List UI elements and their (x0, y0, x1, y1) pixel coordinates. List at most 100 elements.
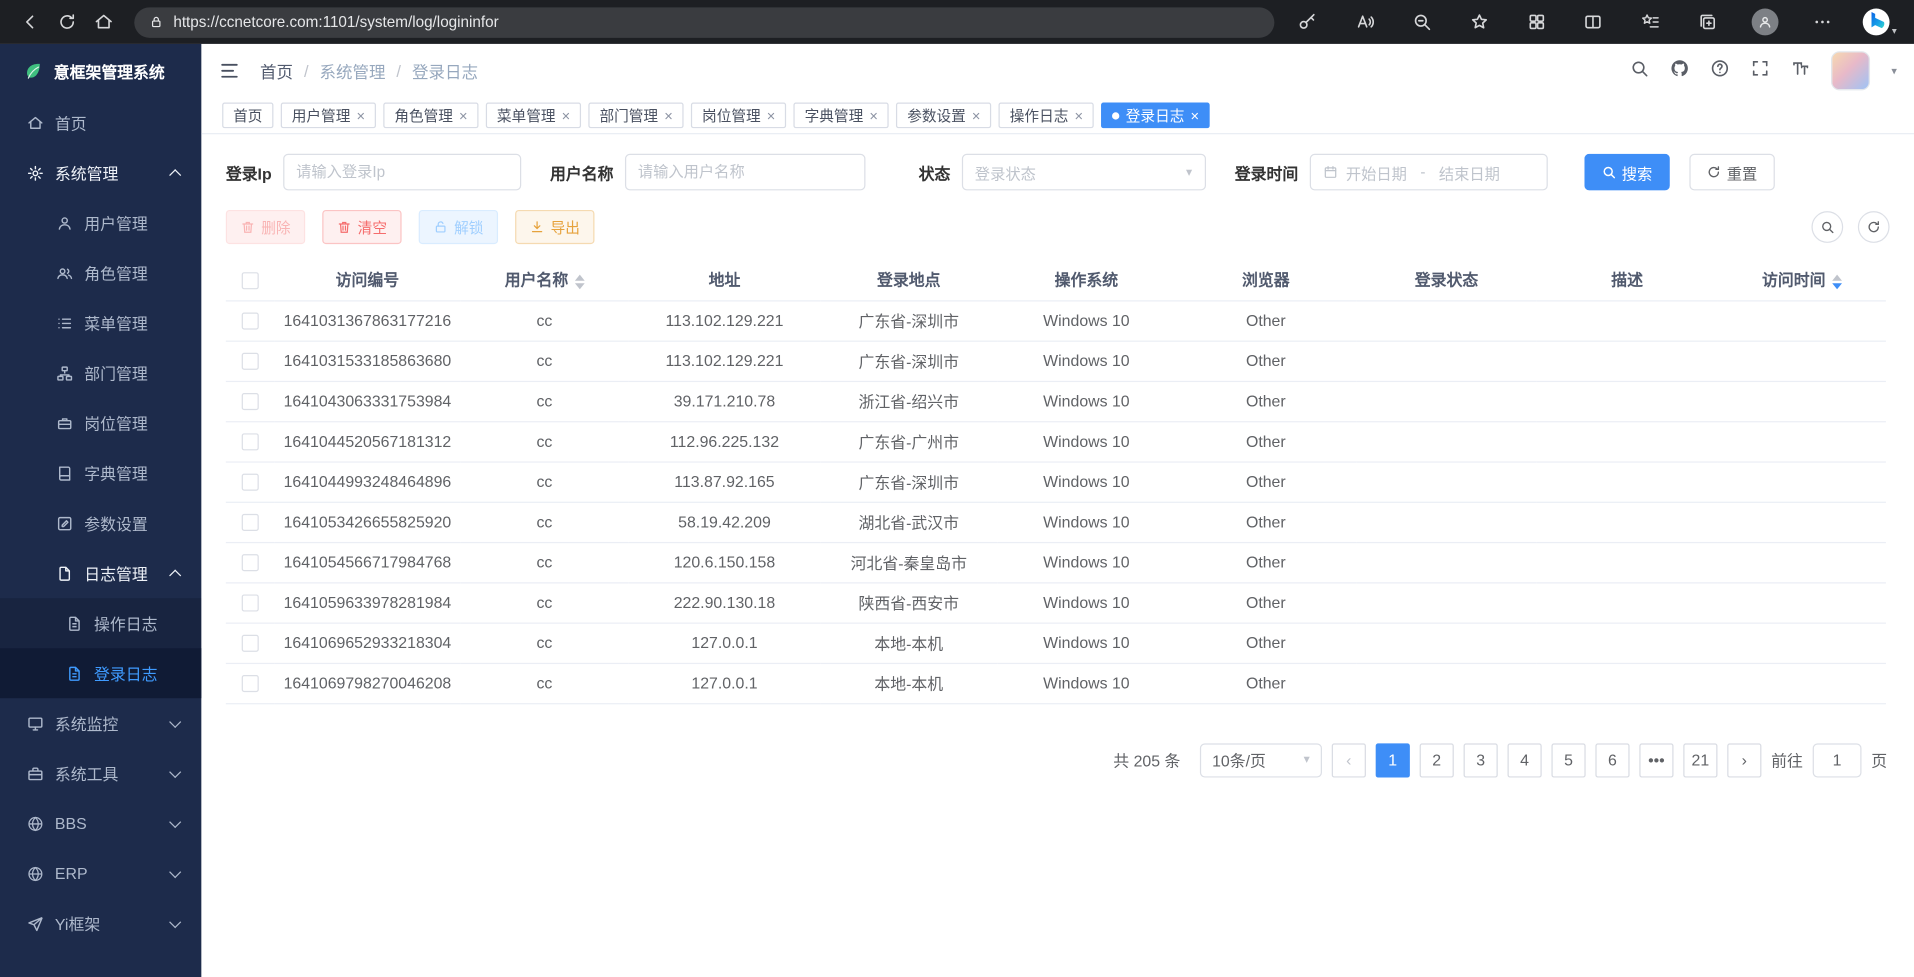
sidebar-item-dict-mgmt[interactable]: 字典管理 (0, 448, 201, 498)
row-checkbox[interactable] (242, 353, 259, 370)
home-icon[interactable] (85, 5, 122, 39)
page-button-3[interactable]: 3 (1464, 743, 1498, 777)
sidebar-item-post-mgmt[interactable]: 岗位管理 (0, 398, 201, 448)
page-button-21[interactable]: 21 (1683, 743, 1717, 777)
tab-dept-mgmt[interactable]: 部门管理× (588, 103, 683, 129)
sidebar-item-log-mgmt[interactable]: 日志管理 (0, 548, 201, 598)
reset-button[interactable]: 重置 (1689, 154, 1774, 191)
row-checkbox[interactable] (242, 313, 259, 330)
unlock-button[interactable]: 解锁 (419, 210, 498, 244)
row-checkbox[interactable] (242, 555, 259, 572)
date-range-picker[interactable]: 开始日期 - 结束日期 (1309, 154, 1547, 191)
row-checkbox[interactable] (242, 514, 259, 531)
page-button-4[interactable]: 4 (1507, 743, 1541, 777)
sidebar-item-home[interactable]: 首页 (0, 98, 201, 148)
goto-page-input[interactable] (1813, 743, 1862, 777)
sidebar-item-login-log[interactable]: 登录日志 (0, 648, 201, 698)
sidebar-item-menu-mgmt[interactable]: 菜单管理 (0, 298, 201, 348)
page-button-5[interactable]: 5 (1551, 743, 1585, 777)
close-icon[interactable]: × (562, 108, 571, 123)
copilot-icon[interactable]: ▾ (1861, 7, 1896, 36)
page-button-2[interactable]: 2 (1420, 743, 1454, 777)
close-icon[interactable]: × (767, 108, 776, 123)
user-avatar[interactable] (1832, 51, 1871, 90)
page-button-1[interactable]: 1 (1376, 743, 1410, 777)
sort-icon[interactable] (1832, 274, 1842, 289)
row-checkbox[interactable] (242, 434, 259, 451)
sidebar-item-dept-mgmt[interactable]: 部门管理 (0, 348, 201, 398)
row-checkbox[interactable] (242, 393, 259, 410)
sidebar-item-role-mgmt[interactable]: 角色管理 (0, 248, 201, 298)
favorites-bar-icon[interactable] (1632, 5, 1669, 39)
col-access-time[interactable]: 访问时间 (1717, 259, 1885, 301)
close-icon[interactable]: × (972, 108, 981, 123)
back-icon[interactable] (12, 5, 49, 39)
delete-button[interactable]: 删除 (226, 210, 305, 244)
sidebar-item-system-monitor[interactable]: 系统监控 (0, 698, 201, 748)
tab-home[interactable]: 首页 (222, 103, 273, 129)
tab-login-log[interactable]: 登录日志× (1101, 103, 1210, 129)
sidebar-item-bbs[interactable]: BBS (0, 798, 201, 848)
close-icon[interactable]: × (1074, 108, 1083, 123)
refresh-icon[interactable] (49, 5, 86, 39)
col-user-name[interactable]: 用户名称 (460, 259, 628, 301)
sidebar-item-param-settings[interactable]: 参数设置 (0, 498, 201, 548)
favorites-add-icon[interactable] (1461, 5, 1498, 39)
more-menu-icon[interactable] (1804, 5, 1841, 39)
font-size-icon[interactable] (1791, 58, 1811, 84)
page-size-select[interactable]: 10条/页 ▾ (1200, 743, 1322, 777)
address-bar[interactable]: https://ccnetcore.com:1101/system/log/lo… (134, 7, 1274, 38)
sidebar-item-yi-framework[interactable]: Yi框架 (0, 898, 201, 948)
github-icon[interactable] (1670, 58, 1690, 84)
key-icon[interactable] (1289, 5, 1326, 39)
clear-button[interactable]: 清空 (322, 210, 401, 244)
row-checkbox[interactable] (242, 595, 259, 612)
close-icon[interactable]: × (1190, 108, 1199, 123)
sort-icon[interactable] (574, 274, 584, 289)
prev-page-button[interactable]: ‹ (1332, 743, 1366, 777)
tab-dict-mgmt[interactable]: 字典管理× (794, 103, 889, 129)
tab-param-settings[interactable]: 参数设置× (896, 103, 991, 129)
toggle-search-button[interactable] (1811, 211, 1843, 243)
fullscreen-icon[interactable] (1751, 58, 1771, 84)
tab-user-mgmt[interactable]: 用户管理× (281, 103, 376, 129)
row-checkbox[interactable] (242, 635, 259, 652)
menu-fold-icon[interactable] (218, 60, 240, 82)
close-icon[interactable]: × (869, 108, 878, 123)
help-icon[interactable] (1711, 58, 1731, 84)
row-checkbox[interactable] (242, 474, 259, 491)
page-button-6[interactable]: 6 (1595, 743, 1629, 777)
select-all-checkbox[interactable] (242, 272, 259, 289)
refresh-table-button[interactable] (1858, 211, 1890, 243)
sidebar-item-erp[interactable]: ERP (0, 848, 201, 898)
sidebar-item-system-mgmt[interactable]: 系统管理 (0, 148, 201, 198)
sidebar-item-operation-log[interactable]: 操作日志 (0, 598, 201, 648)
row-checkbox[interactable] (242, 675, 259, 692)
login-ip-input[interactable] (283, 154, 521, 191)
status-select[interactable]: 登录状态 ▾ (961, 154, 1205, 191)
sidebar-item-system-tools[interactable]: 系统工具 (0, 748, 201, 798)
tab-role-mgmt[interactable]: 角色管理× (383, 103, 478, 129)
sidebar-item-user-mgmt[interactable]: 用户管理 (0, 198, 201, 248)
tab-menu-mgmt[interactable]: 菜单管理× (486, 103, 581, 129)
tab-post-mgmt[interactable]: 岗位管理× (691, 103, 786, 129)
read-aloud-icon[interactable] (1346, 5, 1383, 39)
close-icon[interactable]: × (664, 108, 673, 123)
search-button[interactable]: 搜索 (1584, 154, 1669, 191)
breadcrumb-system-mgmt[interactable]: 系统管理 (320, 59, 386, 83)
unlock-icon (433, 220, 448, 235)
close-icon[interactable]: × (459, 108, 468, 123)
user-name-input[interactable] (624, 154, 864, 191)
next-page-button[interactable]: › (1727, 743, 1761, 777)
extensions-icon[interactable] (1518, 5, 1555, 39)
search-icon[interactable] (1630, 58, 1650, 84)
export-button[interactable]: 导出 (515, 210, 594, 244)
tab-operation-log[interactable]: 操作日志× (999, 103, 1094, 129)
pager-more-button[interactable]: ••• (1639, 743, 1673, 777)
split-screen-icon[interactable] (1575, 5, 1612, 39)
close-icon[interactable]: × (356, 108, 365, 123)
collections-icon[interactable] (1690, 5, 1727, 39)
profile-avatar[interactable] (1747, 5, 1784, 39)
breadcrumb-home[interactable]: 首页 (260, 59, 293, 83)
zoom-out-icon[interactable] (1403, 5, 1440, 39)
